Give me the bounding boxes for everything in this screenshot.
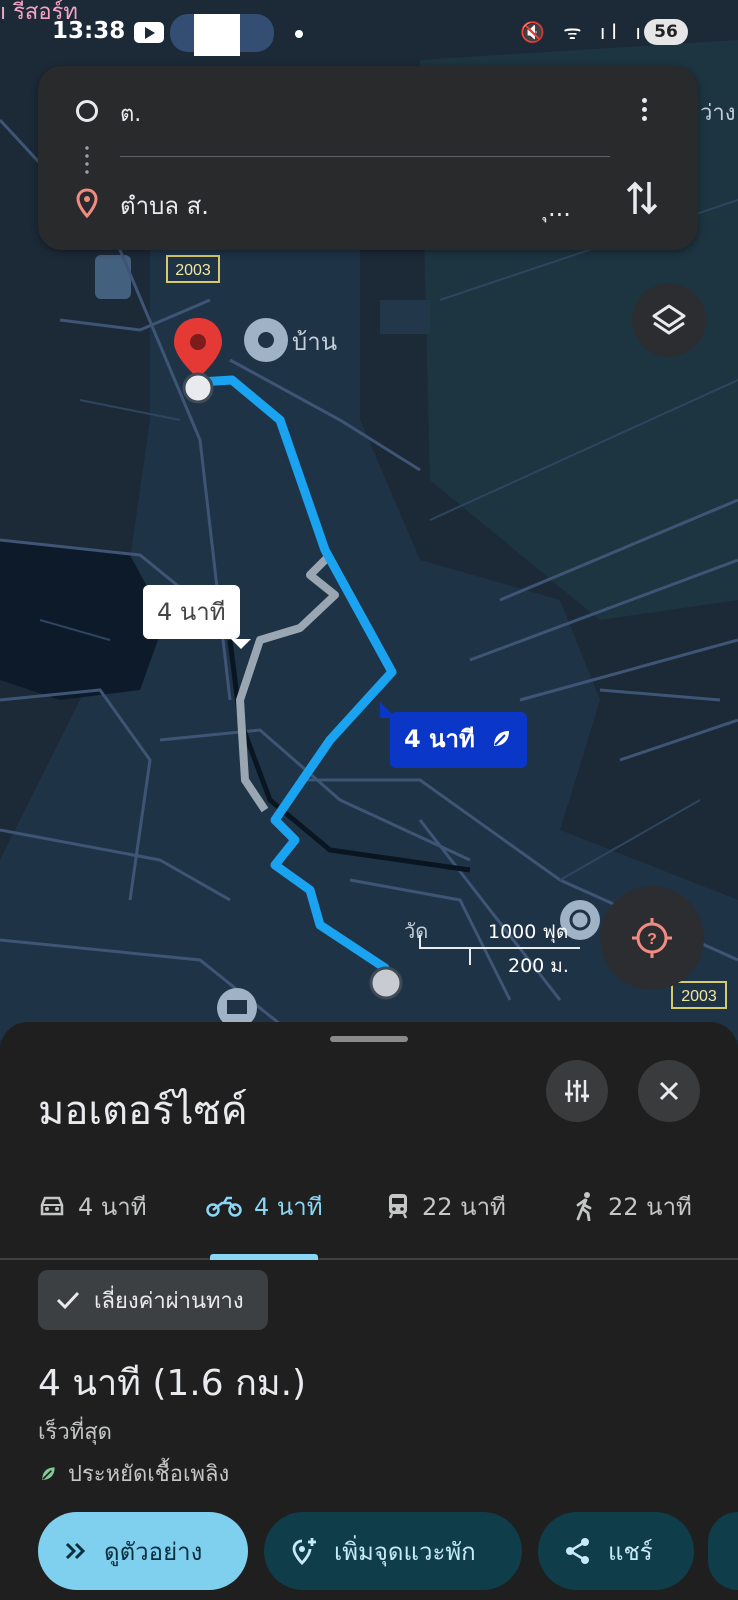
temple-label: วัด	[404, 919, 428, 943]
route-end-point	[369, 966, 403, 1000]
main-route-chip[interactable]: 4 นาที	[379, 702, 528, 768]
leaf-icon	[42, 1466, 55, 1480]
road-badge-bottom-label: 2003	[681, 988, 717, 1005]
fuel-efficient-note: ประหยัดเชื้อเพลิง	[38, 1456, 229, 1491]
tune-icon	[565, 1080, 589, 1102]
layers-button[interactable]	[632, 283, 706, 357]
avoid-tolls-chip[interactable]: เลี่ยงค่าผ่านทาง	[38, 1270, 268, 1330]
motorcycle-icon	[206, 1196, 242, 1217]
status-icons: 🔇 ᯤ ıl ıl	[520, 20, 659, 44]
route-start-point	[182, 372, 214, 404]
destination-field-tail: ุ...	[548, 194, 571, 222]
tab-walk-label: 22 นาที	[608, 1192, 692, 1221]
youtube-icon	[134, 22, 164, 43]
route-actions: ดูตัวอย่าง เพิ่มจุดแวะพัก แชร์	[0, 1512, 738, 1592]
car-icon	[40, 1196, 64, 1216]
tab-car[interactable]: 4 นาที	[38, 1154, 147, 1258]
tab-transit[interactable]: 22 นาที	[386, 1154, 506, 1258]
battery-indicator: 56	[644, 19, 688, 45]
svg-text:?: ?	[647, 931, 657, 948]
tab-car-label: 4 นาที	[78, 1192, 147, 1221]
fuel-efficient-label: ประหยัดเชื้อเพลิง	[68, 1462, 230, 1487]
tab-motorcycle-label: 4 นาที	[254, 1192, 323, 1221]
tab-walk[interactable]: 22 นาที	[574, 1154, 692, 1258]
route-duration-distance: 4 นาที (1.6 กม.)	[38, 1363, 307, 1404]
redacted-area-white	[194, 14, 240, 56]
swap-vert-icon[interactable]	[624, 176, 660, 220]
location-unknown-icon: ?	[632, 918, 672, 958]
preview-label: ดูตัวอย่าง	[104, 1537, 203, 1566]
directions-bottom-sheet: มอเตอร์ไซค์ 4 นาที 4 นาที 22 นาที 22 นาท…	[0, 1022, 738, 1600]
route-dots-icon	[85, 144, 89, 174]
travel-mode-title: มอเตอร์ไซค์	[38, 1088, 248, 1134]
destination-field[interactable]: ตำบล ส.	[120, 186, 209, 225]
road-badge-top: 2003	[166, 255, 220, 283]
check-icon	[56, 1291, 80, 1310]
scale-meters: 200 ม.	[508, 955, 569, 977]
walk-icon	[576, 1192, 592, 1221]
right-edge-place: ว่าง	[700, 101, 735, 126]
status-time: 13:38	[52, 18, 126, 44]
origin-field[interactable]: ต.	[120, 96, 141, 131]
main-route-duration: 4 นาที	[404, 725, 475, 753]
travel-mode-tabs: 4 นาที 4 นาที 22 นาที 22 นาที	[0, 1154, 738, 1260]
road-badge-top-label: 2003	[175, 262, 211, 279]
more-vert-icon[interactable]	[632, 94, 656, 130]
notification-dot-icon	[295, 30, 303, 38]
share-label: แชร์	[608, 1537, 653, 1566]
alt-route-duration: 4 นาที	[157, 598, 226, 626]
add-location-icon	[292, 1538, 316, 1565]
transit-icon	[388, 1194, 408, 1219]
avoid-tolls-label: เลี่ยงค่าผ่านทาง	[94, 1288, 244, 1314]
layers-icon	[652, 304, 686, 335]
destination-field-pin-icon	[76, 188, 98, 218]
preview-button[interactable]: ดูตัวอย่าง	[38, 1512, 248, 1590]
scale-feet: 1000 ฟุต	[488, 921, 568, 944]
more-actions-button[interactable]	[708, 1512, 738, 1590]
field-divider	[120, 156, 610, 157]
add-stop-button[interactable]: เพิ่มจุดแวะพัก	[264, 1512, 522, 1590]
double-chevron-right-icon	[65, 1542, 86, 1560]
fastest-route-note: เร็วที่สุด	[38, 1420, 112, 1445]
home-label: บ้าน	[292, 328, 337, 356]
add-stop-label: เพิ่มจุดแวะพัก	[334, 1537, 476, 1566]
share-icon	[566, 1538, 589, 1564]
route-options-button[interactable]	[546, 1060, 608, 1122]
tab-transit-label: 22 นาที	[422, 1192, 506, 1221]
my-location-button[interactable]: ?	[600, 886, 704, 990]
close-button[interactable]	[638, 1060, 700, 1122]
share-button[interactable]: แชร์	[538, 1512, 694, 1590]
tab-motorcycle[interactable]: 4 นาที	[206, 1154, 323, 1258]
origin-icon	[76, 100, 98, 122]
active-tab-indicator	[210, 1254, 318, 1260]
status-bar: ı รีสอร์ท 13:38 🔇 ᯤ ıl ıl 56	[0, 0, 738, 62]
sheet-drag-handle[interactable]	[330, 1036, 408, 1042]
directions-search-card: ต. ตำบล ส. ุ...	[38, 66, 698, 250]
close-icon	[659, 1081, 679, 1101]
leaf-icon	[494, 731, 510, 746]
alt-route-chip[interactable]: 4 นาที	[143, 585, 251, 649]
road-badge-bottom: 2003	[671, 981, 727, 1009]
